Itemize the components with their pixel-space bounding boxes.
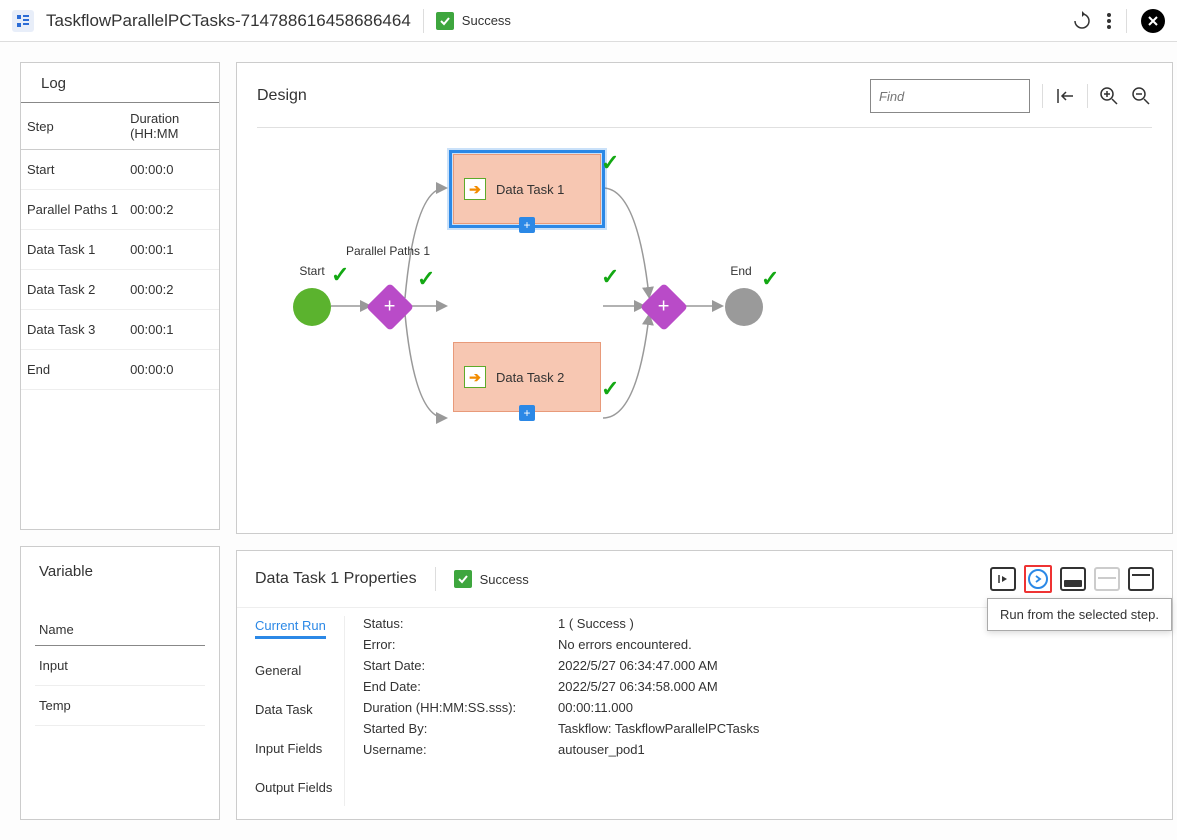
parallel-end-node[interactable]: + bbox=[647, 290, 681, 324]
end-node[interactable] bbox=[725, 288, 763, 326]
task-icon: ➔ bbox=[464, 178, 486, 200]
check-icon: ✓ bbox=[761, 266, 779, 292]
design-header: Design bbox=[257, 79, 1152, 128]
start-label: Start bbox=[287, 264, 337, 278]
tooltip-run-from-selected: Run from the selected step. bbox=[987, 598, 1172, 631]
properties-tabs: Current Run General Data Task Input Fiel… bbox=[255, 616, 345, 806]
label-end-date: End Date: bbox=[363, 679, 558, 694]
props-status-text: Success bbox=[480, 572, 529, 587]
close-icon[interactable] bbox=[1141, 9, 1165, 33]
check-icon bbox=[436, 12, 454, 30]
tab-general[interactable]: General bbox=[255, 663, 334, 678]
check-icon bbox=[454, 570, 472, 588]
log-row[interactable]: Data Task 100:00:1 bbox=[21, 230, 219, 270]
divider bbox=[1126, 9, 1127, 33]
top-header: TaskflowParallelPCTasks-7147886164586864… bbox=[0, 0, 1177, 42]
design-toolbar bbox=[1055, 84, 1152, 108]
properties-body: Current Run General Data Task Input Fiel… bbox=[237, 608, 1172, 814]
label-started-by: Started By: bbox=[363, 721, 558, 736]
log-panel: Log Step Duration (HH:MM Start00:00:0 Pa… bbox=[20, 62, 220, 530]
variable-panel: Variable Name Input Temp bbox=[20, 546, 220, 820]
top-actions bbox=[1072, 9, 1165, 33]
log-row[interactable]: Data Task 200:00:2 bbox=[21, 270, 219, 310]
variable-table: Name Input Temp bbox=[35, 614, 205, 726]
more-menu-icon[interactable] bbox=[1106, 11, 1112, 31]
value-username: autouser_pod1 bbox=[558, 742, 1154, 757]
divider bbox=[1042, 84, 1043, 108]
variable-row[interactable]: Temp bbox=[35, 686, 205, 726]
design-title: Design bbox=[257, 87, 307, 105]
task-icon: ➔ bbox=[464, 366, 486, 388]
zoom-out-icon[interactable] bbox=[1130, 85, 1152, 107]
divider bbox=[435, 567, 436, 591]
check-icon: ✓ bbox=[331, 262, 349, 288]
status-text: Success bbox=[462, 13, 511, 28]
properties-title: Data Task 1 Properties bbox=[255, 570, 417, 588]
layout-split-icon[interactable] bbox=[1094, 567, 1120, 591]
parallel-label: Parallel Paths 1 bbox=[343, 244, 433, 258]
log-row[interactable]: Parallel Paths 100:00:2 bbox=[21, 190, 219, 230]
value-started-by: Taskflow: TaskflowParallelPCTasks bbox=[558, 721, 1154, 736]
log-row[interactable]: Start00:00:0 bbox=[21, 150, 219, 190]
properties-details: Status: 1 ( Success ) Error: No errors e… bbox=[363, 616, 1154, 806]
label-status: Status: bbox=[363, 616, 558, 631]
variable-row[interactable]: Input bbox=[35, 646, 205, 686]
go-first-icon[interactable] bbox=[1055, 86, 1077, 106]
zoom-in-icon[interactable] bbox=[1098, 85, 1120, 107]
expand-icon[interactable]: + bbox=[519, 405, 535, 421]
divider bbox=[423, 9, 424, 33]
log-title: Log bbox=[21, 63, 219, 103]
check-icon: ✓ bbox=[601, 264, 619, 290]
value-start-date: 2022/5/27 06:34:47.000 AM bbox=[558, 658, 1154, 673]
left-column: Log Step Duration (HH:MM Start00:00:0 Pa… bbox=[20, 62, 220, 820]
find-input[interactable] bbox=[870, 79, 1030, 113]
page-title: TaskflowParallelPCTasks-7147886164586864… bbox=[46, 11, 411, 31]
layout-full-icon[interactable] bbox=[1128, 567, 1154, 591]
expand-icon[interactable]: + bbox=[519, 217, 535, 233]
run-from-selected-button[interactable] bbox=[1028, 569, 1048, 589]
tab-input-fields[interactable]: Input Fields bbox=[255, 741, 334, 756]
tab-current-run[interactable]: Current Run bbox=[255, 618, 326, 639]
value-duration: 00:00:11.000 bbox=[558, 700, 1154, 715]
label-start-date: Start Date: bbox=[363, 658, 558, 673]
properties-panel: Data Task 1 Properties Success bbox=[236, 550, 1173, 820]
refresh-icon[interactable] bbox=[1072, 11, 1092, 31]
right-column: Design bbox=[236, 62, 1177, 820]
step-into-icon[interactable] bbox=[990, 567, 1016, 591]
log-row[interactable]: Data Task 300:00:1 bbox=[21, 310, 219, 350]
design-canvas[interactable]: Start ✓ + Parallel Paths 1 ✓ ➔ Data Task… bbox=[257, 128, 1152, 517]
log-row[interactable]: End00:00:0 bbox=[21, 350, 219, 390]
divider bbox=[1087, 84, 1088, 108]
main-layout: Log Step Duration (HH:MM Start00:00:0 Pa… bbox=[0, 42, 1177, 840]
variable-title: Variable bbox=[35, 561, 205, 614]
task-label: Data Task 2 bbox=[496, 370, 564, 385]
props-status-badge: Success bbox=[454, 570, 529, 588]
task-label: Data Task 1 bbox=[496, 182, 564, 197]
parallel-start-node[interactable]: + bbox=[373, 290, 407, 324]
log-scroll[interactable]: Step Duration (HH:MM Start00:00:0 Parall… bbox=[21, 103, 219, 529]
check-icon: ✓ bbox=[417, 266, 435, 292]
design-panel: Design bbox=[236, 62, 1173, 534]
status-badge: Success bbox=[436, 12, 511, 30]
label-error: Error: bbox=[363, 637, 558, 652]
check-icon: ✓ bbox=[601, 376, 619, 402]
layout-bottom-icon[interactable] bbox=[1060, 567, 1086, 591]
tab-output-fields[interactable]: Output Fields bbox=[255, 780, 334, 795]
log-col-duration: Duration (HH:MM bbox=[124, 103, 219, 150]
properties-toolbar bbox=[990, 565, 1154, 593]
value-error: No errors encountered. bbox=[558, 637, 1154, 652]
start-node[interactable] bbox=[293, 288, 331, 326]
data-task-1-node[interactable]: ➔ Data Task 1 + bbox=[453, 154, 601, 224]
variable-col-name: Name bbox=[35, 614, 205, 646]
log-col-step: Step bbox=[21, 103, 124, 150]
log-table: Step Duration (HH:MM Start00:00:0 Parall… bbox=[21, 103, 219, 390]
taskflow-icon bbox=[12, 10, 34, 32]
label-username: Username: bbox=[363, 742, 558, 757]
label-duration: Duration (HH:MM:SS.sss): bbox=[363, 700, 558, 715]
run-selected-highlight bbox=[1024, 565, 1052, 593]
data-task-2-node[interactable]: ➔ Data Task 2 + bbox=[453, 342, 601, 412]
value-end-date: 2022/5/27 06:34:58.000 AM bbox=[558, 679, 1154, 694]
check-icon: ✓ bbox=[601, 150, 619, 176]
tab-data-task[interactable]: Data Task bbox=[255, 702, 334, 717]
